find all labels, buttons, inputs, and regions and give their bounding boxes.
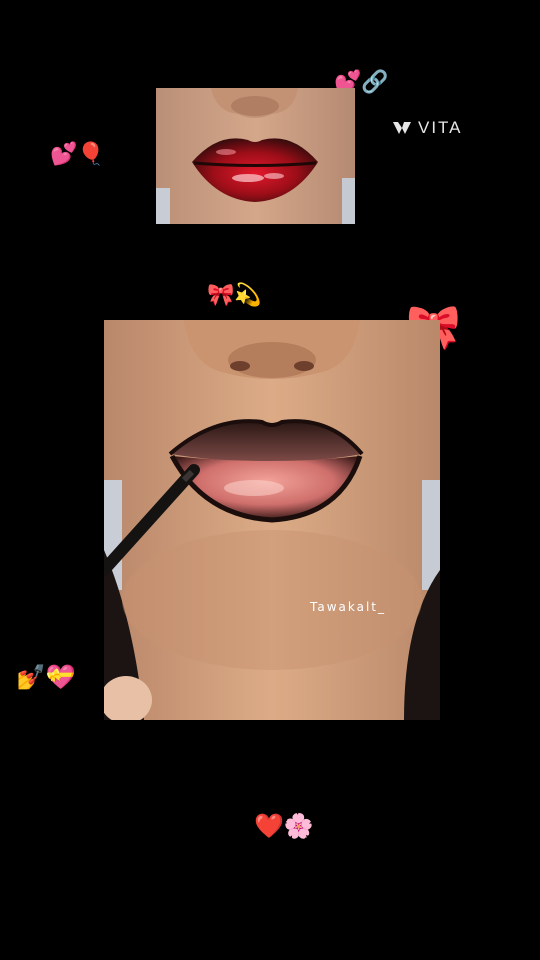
vita-logo-text: VITA xyxy=(418,118,463,137)
hearts-balloon-emoji: 💕🎈 xyxy=(50,142,105,167)
lip-liner-photo: Tawakalt_ xyxy=(104,320,440,720)
heart-flower-emoji: ❤️🌸 xyxy=(254,812,314,840)
vita-logo-icon xyxy=(393,122,411,134)
nails-heart-emoji: 💅💝 xyxy=(16,663,76,691)
watermark-text: Tawakalt_ xyxy=(310,600,386,614)
bow-dizzy-emoji: 🎀💫 xyxy=(207,283,262,308)
vita-logo: VITA xyxy=(392,118,463,138)
red-gloss-lips-photo xyxy=(156,88,355,224)
